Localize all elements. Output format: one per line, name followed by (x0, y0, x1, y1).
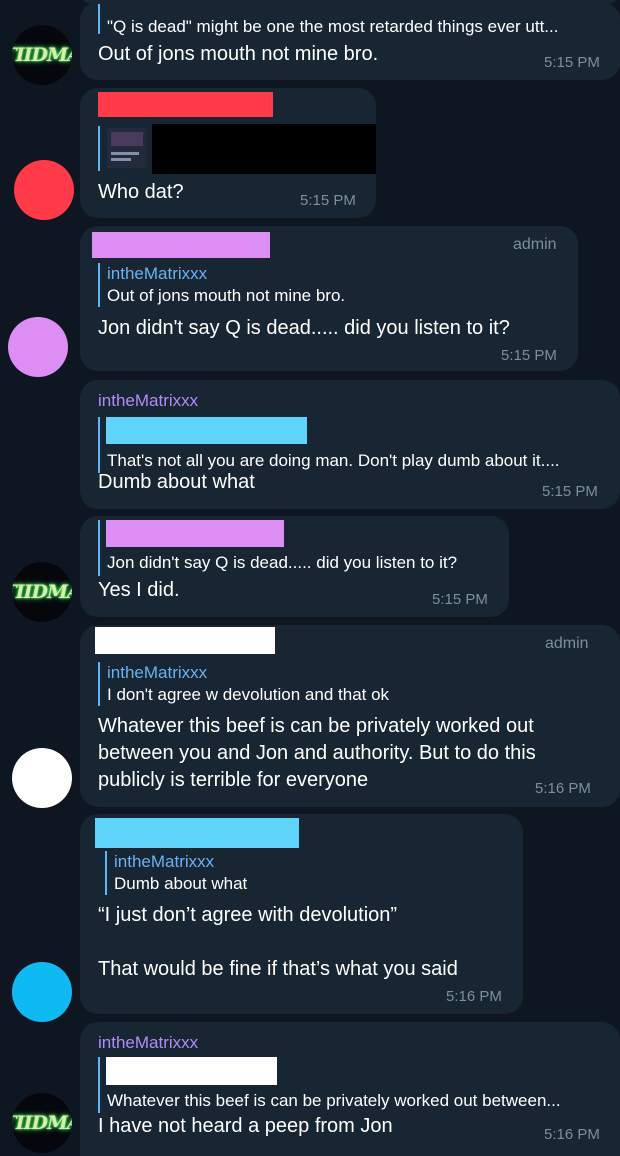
avatar[interactable]: ΓIIDMA (12, 1093, 72, 1153)
timestamp: 5:16 PM (446, 988, 502, 1005)
quote-text: Whatever this beef is can be privately w… (107, 1091, 561, 1110)
avatar[interactable]: ΓIIDMA (12, 25, 72, 85)
reply-quote[interactable]: Whatever this beef is can be privately w… (98, 1057, 561, 1113)
message-text-line: between you and Jon and authority. But t… (98, 742, 536, 764)
message-bubble[interactable]: intheMatrixxx Dumb about what “I just do… (80, 814, 523, 1014)
redacted-quote-author (106, 1057, 277, 1085)
sender-name: intheMatrixxx (98, 1033, 199, 1052)
message-bubble[interactable]: intheMatrixxx That's not all you are doi… (80, 380, 620, 509)
message-text-line: “I just don’t agree with devolution” (98, 904, 398, 926)
reply-quote[interactable]: That's not all you are doing man. Don't … (98, 417, 560, 473)
redacted-quote-author (106, 417, 307, 444)
reply-quote[interactable]: intheMatrixxx Dumb about what (105, 851, 247, 895)
reply-quote[interactable] (98, 126, 147, 171)
avatar[interactable] (12, 748, 72, 808)
timestamp: 5:15 PM (544, 54, 600, 71)
admin-badge: admin (513, 236, 557, 253)
message-bubble[interactable]: Jon didn't say Q is dead..... did you li… (80, 516, 509, 617)
reply-quote[interactable]: Jon didn't say Q is dead..... did you li… (98, 520, 457, 576)
message-text: Out of jons mouth not mine bro. (98, 43, 379, 65)
avatar[interactable] (8, 317, 68, 377)
reply-quote[interactable]: intheMatrixxx I don't agree w devolution… (98, 662, 389, 706)
timestamp: 5:16 PM (544, 1126, 600, 1143)
message-bubble[interactable]: admin intheMatrixxx Out of jons mouth no… (80, 226, 578, 371)
timestamp: 5:15 PM (542, 483, 598, 500)
redacted-sender-name (98, 92, 273, 117)
timestamp: 5:15 PM (300, 192, 356, 209)
quote-author: intheMatrixxx (107, 264, 208, 283)
message-text: Dumb about what (98, 471, 255, 493)
message-bubble[interactable]: "Q is dead" might be one the most retard… (80, 2, 620, 80)
message-text: I have not heard a peep from Jon (98, 1115, 393, 1137)
avatar-logo-text: ΓIIDMA (12, 44, 72, 66)
avatar[interactable] (14, 160, 74, 220)
message-text-line: publicly is terrible for everyone (98, 769, 369, 791)
media-thumbnail (107, 128, 147, 168)
message-bubble[interactable]: admin intheMatrixxx I don't agree w devo… (80, 625, 620, 807)
sender-name: intheMatrixxx (98, 391, 199, 410)
message-text: Yes I did. (98, 579, 180, 601)
avatar[interactable]: ΓIIDMA (12, 562, 72, 622)
timestamp: 5:15 PM (432, 591, 488, 608)
quote-author: intheMatrixxx (107, 663, 208, 682)
redacted-sender-name (95, 818, 299, 848)
message-text-line: That would be fine if that’s what you sa… (98, 958, 458, 980)
quote-text: Out of jons mouth not mine bro. (107, 286, 346, 305)
redacted-sender-name (92, 232, 270, 258)
quote-text: I don't agree w devolution and that ok (107, 685, 390, 704)
reply-quote[interactable]: intheMatrixxx Out of jons mouth not mine… (98, 263, 345, 307)
quote-author: intheMatrixxx (114, 852, 215, 871)
reply-quote[interactable]: "Q is dead" might be one the most retard… (98, 4, 558, 36)
timestamp: 5:16 PM (535, 780, 591, 797)
message-text: Jon didn't say Q is dead..... did you li… (98, 317, 510, 339)
message-text: Who dat? (98, 181, 184, 203)
avatar-logo-text: ΓIIDMA (12, 1112, 72, 1134)
redacted-sender-name (95, 627, 275, 654)
redacted-media (152, 124, 376, 174)
redacted-quote-author (106, 520, 284, 547)
message-bubble[interactable]: Who dat? 5:15 PM (80, 88, 376, 218)
message-bubble[interactable]: intheMatrixxx Whatever this beef is can … (80, 1022, 620, 1156)
timestamp: 5:15 PM (501, 347, 557, 364)
admin-badge: admin (545, 635, 589, 652)
avatar[interactable] (12, 962, 72, 1022)
quote-text: Jon didn't say Q is dead..... did you li… (107, 553, 458, 572)
message-text-line: Whatever this beef is can be privately w… (98, 715, 534, 737)
avatar-logo-text: ΓIIDMA (12, 581, 72, 603)
quote-text: Dumb about what (114, 874, 248, 893)
